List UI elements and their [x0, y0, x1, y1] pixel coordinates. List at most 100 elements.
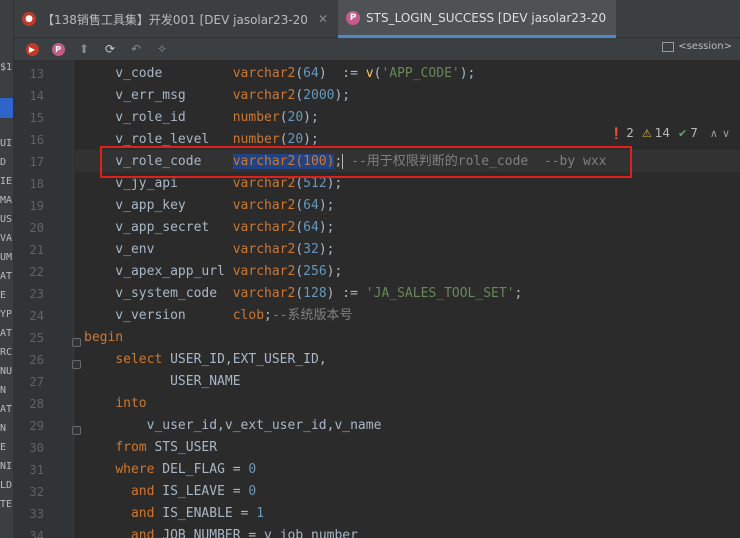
code-line[interactable]: 29 v_user_id,v_ext_user_id,v_name — [14, 415, 740, 437]
code-token: ); — [459, 66, 476, 81]
left-panel-item[interactable]: UM — [0, 252, 13, 264]
code-token: ; — [264, 308, 272, 323]
close-icon[interactable]: ✕ — [318, 12, 328, 26]
undo-icon: ↶ — [130, 42, 142, 56]
tab-sts-login-success[interactable]: P STS_LOGIN_SUCCESS [DEV jasolar23-20 — [338, 0, 617, 38]
code-token: ; — [514, 286, 523, 301]
code-line[interactable]: 26 select USER_ID,EXT_USER_ID, — [14, 349, 740, 371]
code-line[interactable]: 24 v_version clob;--系统版本号 — [14, 305, 740, 327]
left-panel-item[interactable]: ATI — [0, 271, 13, 283]
code-token: 'APP_CODE' — [381, 66, 460, 81]
code-token: ) := — [318, 66, 366, 81]
code-token: ( — [295, 220, 304, 235]
fold-begin-icon[interactable] — [72, 338, 81, 347]
code-token: varchar2 — [232, 176, 296, 191]
chevron-down-icon[interactable]: ∨ — [722, 127, 730, 140]
code-token: v_err_msg — [84, 88, 233, 103]
code-token: varchar2 — [232, 66, 296, 81]
code-text: v_code varchar2(64) := v('APP_CODE'); — [84, 63, 475, 85]
code-text: and IS_ENABLE = 1 — [84, 503, 264, 525]
error-count: 2 — [626, 126, 634, 140]
code-editor[interactable]: 13 v_code varchar2(64) := v('APP_CODE');… — [14, 60, 740, 538]
left-panel-item[interactable]: LD — [0, 480, 13, 492]
left-panel-item[interactable]: MA — [0, 195, 13, 207]
pin-button[interactable]: ✧ — [152, 40, 172, 58]
code-line[interactable]: 21 v_env varchar2(32); — [14, 239, 740, 261]
code-token: v_env — [84, 242, 233, 257]
session-selector[interactable]: <session> — [662, 41, 732, 52]
undo-button[interactable]: ↶ — [126, 40, 146, 58]
code-line[interactable]: 23 v_system_code varchar2(128) := 'JA_SA… — [14, 283, 740, 305]
code-line[interactable]: 30 from STS_USER — [14, 437, 740, 459]
left-panel-item[interactable]: VA — [0, 233, 13, 245]
code-token: v — [365, 66, 374, 81]
line-number: 21 — [29, 243, 44, 257]
left-panel-item[interactable]: NI — [0, 461, 13, 473]
code-text: v_system_code varchar2(128) := 'JA_SALES… — [84, 283, 522, 305]
code-token: 64 — [303, 220, 319, 235]
left-panel-item[interactable]: D — [0, 157, 13, 169]
compile-button[interactable]: P — [48, 40, 68, 58]
code-token: varchar2 — [232, 242, 296, 257]
code-token: v_app_secret — [84, 220, 233, 235]
left-panel-item[interactable]: N — [0, 385, 13, 397]
code-token: 128 — [303, 286, 327, 301]
left-panel-item[interactable]: E — [0, 442, 13, 454]
code-text: into — [84, 393, 146, 415]
warning-icon: ⚠ — [641, 126, 652, 140]
chevron-up-icon[interactable]: ∧ — [710, 127, 718, 140]
left-panel-item[interactable]: E — [0, 290, 13, 302]
left-panel-item[interactable]: US — [0, 214, 13, 226]
code-token: number — [232, 132, 280, 147]
left-panel-item[interactable]: RCI — [0, 347, 13, 359]
left-panel-item[interactable]: AT — [0, 404, 13, 416]
line-number: 13 — [29, 67, 44, 81]
code-line[interactable]: 27 USER_NAME — [14, 371, 740, 393]
code-token: v_user_id,v_ext_user_id,v_name — [84, 418, 382, 433]
code-line[interactable]: 14 v_err_msg varchar2(2000); — [14, 85, 740, 107]
code-text: select USER_ID,EXT_USER_ID, — [84, 349, 326, 371]
left-panel-item[interactable]: IE — [0, 176, 13, 188]
submit-button[interactable]: ⬆ — [74, 40, 94, 58]
code-token: and — [130, 506, 163, 521]
left-panel-item[interactable]: TE — [0, 499, 13, 511]
session-label: <session> — [678, 41, 732, 52]
left-panel-item[interactable]: UI — [0, 138, 13, 150]
code-line[interactable]: 25 begin — [14, 327, 740, 349]
left-panel-selected-item[interactable] — [0, 98, 13, 118]
code-token: ); — [303, 110, 319, 125]
fold-select-icon[interactable] — [72, 360, 81, 369]
inspection-widget[interactable]: ❗ 2 ⚠ 14 ✔ 7 ∧ ∨ — [610, 126, 730, 140]
code-token: ) := — [326, 286, 366, 301]
code-line[interactable]: 32 and IS_LEAVE = 0 — [14, 481, 740, 503]
code-line[interactable]: 20 v_app_secret varchar2(64); — [14, 217, 740, 239]
code-token: ( — [295, 286, 304, 301]
code-line[interactable]: 28 into — [14, 393, 740, 415]
left-panel-item[interactable]: YP — [0, 309, 13, 321]
left-panel-item[interactable]: NU — [0, 366, 13, 378]
left-panel-item[interactable]: AT — [0, 328, 13, 340]
left-panel-item[interactable]: N — [0, 423, 13, 435]
code-token: JOB_NUMBER = v_job_number — [162, 528, 358, 538]
code-token: ( — [279, 110, 288, 125]
code-line[interactable]: 31 where DEL_FLAG = 0 — [14, 459, 740, 481]
tab-label: STS_LOGIN_SUCCESS [DEV jasolar23-20 — [366, 10, 607, 25]
left-panel-item[interactable]: $1 — [0, 62, 13, 74]
code-token: 32 — [303, 242, 319, 257]
tab-sales-tool-console[interactable]: ● 【138销售工具集】开发001 [DEV jasolar23-20 ✕ — [14, 0, 338, 38]
code-line[interactable]: 22 v_apex_app_url varchar2(256); — [14, 261, 740, 283]
run-button[interactable]: ▶ — [22, 40, 42, 58]
code-token: select — [115, 352, 171, 367]
refresh-button[interactable]: ⟳ — [100, 40, 120, 58]
fold-into-icon[interactable] — [72, 426, 81, 435]
code-line[interactable]: 33 and IS_ENABLE = 1 — [14, 503, 740, 525]
code-token: clob — [232, 308, 265, 323]
code-line[interactable]: 13 v_code varchar2(64) := v('APP_CODE'); — [14, 63, 740, 85]
code-token: v_apex_app_url — [84, 264, 233, 279]
code-line[interactable]: 19 v_app_key varchar2(64); — [14, 195, 740, 217]
code-line[interactable]: 34 and JOB_NUMBER = v_job_number — [14, 525, 740, 538]
annotation-highlight-box — [100, 146, 632, 178]
